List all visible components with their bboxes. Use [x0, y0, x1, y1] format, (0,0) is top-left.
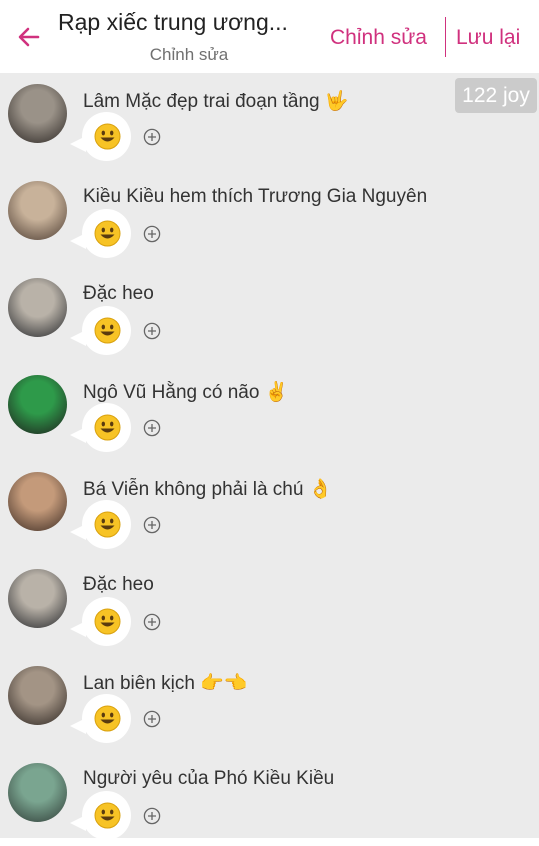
member-row[interactable]: Kiều Kiều hem thích Trương Gia Nguyên	[0, 175, 539, 272]
member-name: Người yêu của Phó Kiều Kiều	[83, 768, 335, 789]
member-name: Ngô Vũ Hằng có não ✌️	[83, 382, 289, 403]
add-reaction-icon[interactable]	[143, 419, 161, 437]
avatar[interactable]	[8, 666, 67, 725]
member-name: Lâm Mặc đẹp trai đoạn tầng 🤟	[83, 91, 349, 112]
add-reaction-icon[interactable]	[143, 710, 161, 728]
smile-emoji-icon[interactable]	[94, 220, 121, 247]
save-button[interactable]: Lưu lại	[456, 26, 520, 50]
member-name: Đặc heo	[83, 574, 154, 595]
bottom-edge	[0, 838, 539, 846]
header: Rạp xiếc trung ương... Chỉnh sửa Chỉnh s…	[0, 0, 539, 73]
avatar[interactable]	[8, 375, 67, 434]
member-row[interactable]: Bá Viễn không phải là chú 👌	[0, 466, 539, 563]
member-name: Bá Viễn không phải là chú 👌	[83, 479, 333, 500]
member-row[interactable]: Lâm Mặc đẹp trai đoạn tầng 🤟	[0, 78, 539, 175]
add-reaction-icon[interactable]	[143, 516, 161, 534]
member-row[interactable]: Người yêu của Phó Kiều Kiều	[0, 757, 539, 846]
member-name: Đặc heo	[83, 283, 154, 304]
avatar[interactable]	[8, 278, 67, 337]
add-reaction-icon[interactable]	[143, 225, 161, 243]
add-reaction-icon[interactable]	[143, 807, 161, 825]
add-reaction-icon[interactable]	[143, 128, 161, 146]
smile-emoji-icon[interactable]	[94, 608, 121, 635]
member-row[interactable]: Ngô Vũ Hằng có não ✌️	[0, 369, 539, 466]
member-name: Lan biên kịch 👉👈	[83, 673, 248, 694]
avatar[interactable]	[8, 472, 67, 531]
avatar[interactable]	[8, 181, 67, 240]
smile-emoji-icon[interactable]	[94, 317, 121, 344]
chat-title: Rạp xiếc trung ương...	[58, 9, 288, 35]
smile-emoji-icon[interactable]	[94, 511, 121, 538]
member-row[interactable]: Lan biên kịch 👉👈	[0, 660, 539, 757]
member-name: Kiều Kiều hem thích Trương Gia Nguyên	[83, 186, 428, 207]
member-row[interactable]: Đặc heo	[0, 272, 539, 369]
avatar[interactable]	[8, 84, 67, 143]
smile-emoji-icon[interactable]	[94, 414, 121, 441]
member-row[interactable]: Đặc heo	[0, 563, 539, 660]
chat-subtitle: Chỉnh sửa	[149, 45, 229, 64]
smile-emoji-icon[interactable]	[94, 123, 121, 150]
avatar[interactable]	[8, 763, 67, 822]
header-divider	[445, 17, 446, 57]
avatar[interactable]	[8, 569, 67, 628]
back-arrow-icon[interactable]	[14, 22, 44, 52]
edit-button[interactable]: Chỉnh sửa	[330, 26, 427, 50]
smile-emoji-icon[interactable]	[94, 705, 121, 732]
smile-emoji-icon[interactable]	[94, 802, 121, 829]
add-reaction-icon[interactable]	[143, 322, 161, 340]
add-reaction-icon[interactable]	[143, 613, 161, 631]
